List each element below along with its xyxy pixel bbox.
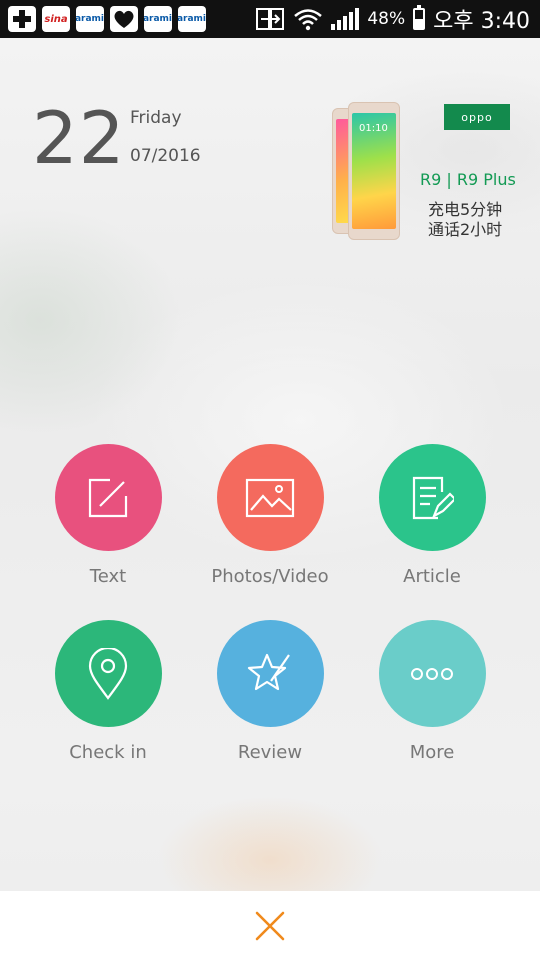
- bottom-bar: [0, 891, 540, 960]
- more-label: More: [409, 742, 455, 763]
- photos-video-circle[interactable]: [216, 444, 324, 551]
- check-in-label: Check in: [69, 742, 147, 763]
- notification-icons: sina saramin saramin saramin: [0, 0, 206, 38]
- photos-video-label: Photos/Video: [211, 566, 329, 587]
- battery-icon: [413, 5, 426, 30]
- phone-image-front: 01:10: [348, 102, 400, 240]
- oppo-advertisement[interactable]: 01:10 oppo R9 | R9 Plus 充电5分钟 通话2小时: [330, 100, 520, 245]
- phone-clock: 01:10: [359, 123, 388, 134]
- star-pen-icon: [247, 653, 290, 690]
- article-circle[interactable]: [378, 444, 486, 551]
- check-in-button[interactable]: Check in: [28, 620, 188, 780]
- review-button[interactable]: Review: [190, 620, 350, 780]
- edit-icon: [88, 478, 128, 517]
- oppo-logo: oppo: [444, 104, 510, 130]
- article-button[interactable]: Article: [352, 444, 512, 604]
- review-label: Review: [237, 742, 303, 763]
- check-in-circle[interactable]: [54, 620, 162, 727]
- status-bar: sina saramin saramin saramin 48% 오후 3:40: [0, 0, 540, 38]
- wifi-icon: [294, 9, 323, 31]
- screen-mirroring-icon: [256, 8, 285, 30]
- article-label: Article: [403, 566, 461, 587]
- document-edit-icon: [412, 476, 454, 519]
- medical-cross-icon: [8, 6, 36, 32]
- saramin-icon: saramin: [144, 6, 172, 32]
- more-button[interactable]: More: [352, 620, 512, 780]
- more-dots-icon: [411, 667, 453, 680]
- date-weekday: Friday: [130, 108, 182, 128]
- text-label: Text: [89, 566, 127, 587]
- ad-tagline-2: 通话2小时: [428, 220, 503, 239]
- sina-icon: sina: [42, 6, 70, 32]
- system-status: 48% 오후 3:40: [255, 0, 540, 38]
- saramin-icon: saramin: [178, 6, 206, 32]
- saramin-icon: saramin: [76, 6, 104, 32]
- image-icon: [245, 478, 295, 517]
- heart-icon: [110, 6, 138, 32]
- more-circle[interactable]: [378, 620, 486, 727]
- signal-icon: [331, 8, 360, 30]
- close-icon: [255, 911, 285, 940]
- close-button[interactable]: [250, 906, 290, 946]
- ad-model: R9 | R9 Plus: [420, 170, 516, 189]
- battery-percent: 48%: [367, 9, 406, 29]
- location-pin-icon: [88, 647, 128, 700]
- date-month-year: 07/2016: [130, 146, 201, 166]
- text-circle[interactable]: [54, 444, 162, 551]
- review-circle[interactable]: [216, 620, 324, 727]
- date-day: 22: [32, 96, 126, 180]
- text-button[interactable]: Text: [28, 444, 188, 604]
- photos-video-button[interactable]: Photos/Video: [190, 444, 350, 604]
- clock: 오후 3:40: [433, 9, 530, 34]
